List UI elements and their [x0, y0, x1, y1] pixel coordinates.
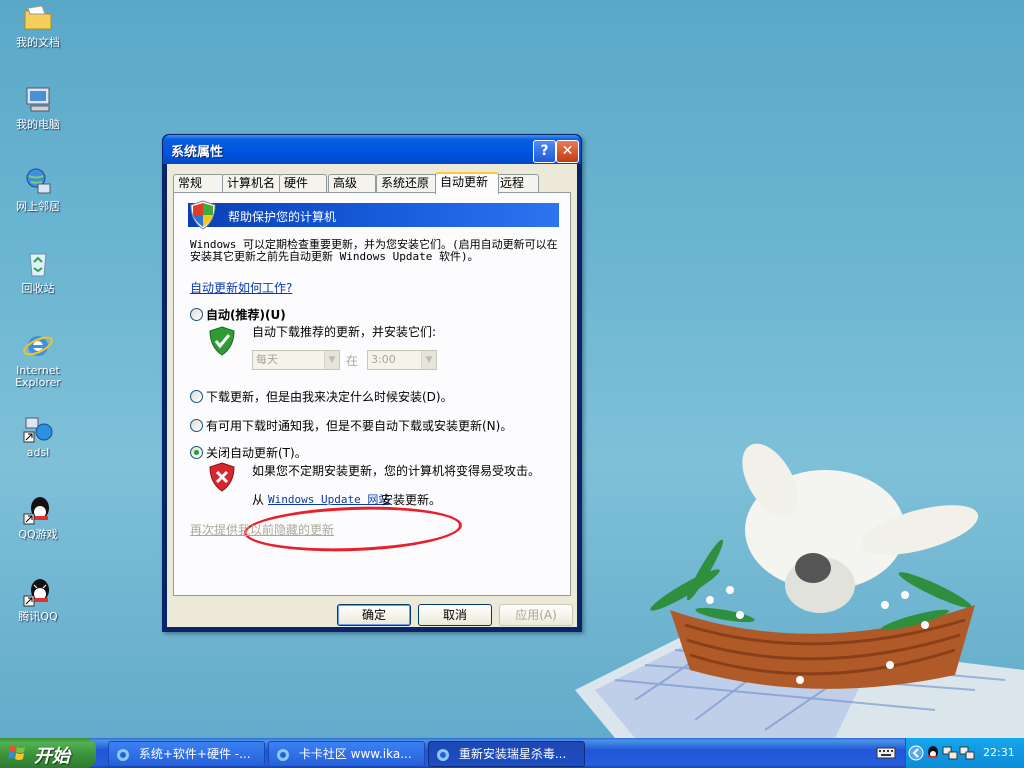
qq-game-icon [23, 497, 49, 525]
chevron-down-icon: ▼ [421, 351, 436, 369]
desktop-icon-label: 我的电脑 [16, 118, 60, 131]
tab-hardware[interactable]: 硬件 [279, 174, 327, 192]
ie-icon [277, 748, 289, 761]
qq-tray-icon[interactable] [925, 745, 941, 761]
desktop-icon-my-computer[interactable]: 我的电脑 [0, 84, 76, 131]
desktop-icon-adsl[interactable]: adsl [0, 412, 76, 459]
radio-off[interactable] [190, 446, 203, 459]
dialog-title: 系统属性 [171, 145, 224, 160]
warning-text: 如果您不定期安装更新，您的计算机将变得易受攻击。 [252, 464, 541, 478]
desktop-icon-recycle-bin[interactable]: 回收站 [0, 248, 76, 295]
tab-strip: 常规 计算机名 硬件 高级 系统还原 自动更新 远程 [173, 172, 571, 194]
close-button[interactable]: ✕ [556, 140, 579, 163]
apply-button[interactable]: 应用(A) [499, 604, 573, 626]
install-updates-text: 安装更新。 [381, 493, 442, 507]
start-label: 开始 [34, 746, 70, 767]
at-label: 在 [346, 354, 359, 368]
taskbar-item-label: 卡卡社区 www.ika... [298, 747, 412, 761]
system-properties-dialog: 系统属性 ? ✕ 常规 计算机名 硬件 高级 系统还原 自动更新 远程 帮助保护… [162, 134, 582, 632]
taskbar-item-label: 系统+软件+硬件 -... [138, 747, 251, 761]
description-text: Windows 可以定期检查重要更新，并为您安装它们。(启用自动更新可以在安装其… [190, 238, 558, 263]
desktop: 我的文档 我的电脑 网上邻居 回收站 Internet Explorer ads… [0, 0, 1024, 738]
radio-notify[interactable] [190, 419, 203, 432]
windows-update-link[interactable]: Windows Update 网站 [268, 491, 389, 507]
time-select[interactable]: 3:00 ▼ [367, 350, 437, 370]
folder-icon [24, 5, 52, 30]
option-download-label[interactable]: 下载更新，但是由我来决定什么时候安装(D)。 [206, 388, 453, 405]
help-button[interactable]: ? [533, 140, 556, 163]
desktop-icon-label: Internet Explorer [15, 364, 61, 389]
automatic-updates-panel: 帮助保护您的计算机 Windows 可以定期检查重要更新，并为您安装它们。(启用… [173, 192, 571, 596]
time-select-value: 3:00 [371, 353, 396, 366]
dialog-titlebar[interactable]: 系统属性 ? ✕ [163, 135, 581, 164]
desktop-icon-qq[interactable]: 腾讯QQ [0, 576, 76, 623]
desktop-icon-label: 网上邻居 [16, 200, 60, 213]
qq-icon [23, 579, 49, 607]
taskbar: 开始 系统+软件+硬件 -... 卡卡社区 www.ika... 重新安装瑞星杀… [0, 738, 1024, 768]
keyboard-icon[interactable] [876, 746, 896, 760]
windows-logo-icon [8, 746, 25, 760]
green-shield-icon [209, 326, 235, 356]
desktop-icon-internet-explorer[interactable]: Internet Explorer [0, 330, 76, 389]
taskbar-item-label: 重新安装瑞星杀毒... [458, 747, 567, 761]
wallpaper-bunny-basket [575, 443, 1024, 738]
ie-icon [437, 748, 449, 761]
desktop-icon-label: QQ游戏 [18, 528, 58, 541]
option-notify-label[interactable]: 有可用下载时通知我，但是不要自动下载或安装更新(N)。 [206, 417, 512, 434]
header-banner: 帮助保护您的计算机 [188, 200, 559, 230]
tab-remote[interactable]: 远程 [495, 174, 539, 192]
desktop-icon-label: 腾讯QQ [18, 610, 58, 623]
radio-automatic[interactable] [190, 308, 203, 321]
tab-automatic-updates[interactable]: 自动更新 [435, 172, 499, 194]
day-select-value: 每天 [256, 353, 278, 366]
desktop-icon-my-documents[interactable]: 我的文档 [0, 2, 76, 49]
desktop-icon-label: adsl [26, 446, 50, 459]
day-select[interactable]: 每天 ▼ [252, 350, 340, 370]
desktop-icon-qq-game[interactable]: QQ游戏 [0, 494, 76, 541]
ok-button[interactable]: 确定 [337, 604, 411, 626]
desktop-icon-label: 我的文档 [16, 36, 60, 49]
how-it-works-link[interactable]: 自动更新如何工作? [190, 279, 292, 296]
ie-icon [117, 748, 129, 761]
recycle-bin-icon [29, 253, 47, 277]
connection-icon [23, 417, 53, 443]
banner-title: 帮助保护您的计算机 [228, 210, 337, 224]
option-off-label[interactable]: 关闭自动更新(T)。 [206, 444, 307, 461]
desktop-icon-label: 回收站 [21, 282, 55, 295]
desktop-icon-network[interactable]: 网上邻居 [0, 166, 76, 213]
warning-shield-icon [209, 462, 235, 492]
tab-computer-name[interactable]: 计算机名 [222, 174, 282, 192]
cancel-button[interactable]: 取消 [418, 604, 492, 626]
windows-security-shield-icon [190, 200, 216, 230]
taskbar-item-active[interactable]: 重新安装瑞星杀毒... [428, 741, 585, 767]
tab-system-restore[interactable]: 系统还原 [376, 174, 438, 192]
chevron-left-icon[interactable] [908, 745, 924, 761]
taskbar-item[interactable]: 系统+软件+硬件 -... [108, 741, 265, 767]
option-automatic-description: 自动下载推荐的更新，并安装它们: [252, 325, 437, 339]
network-icon [26, 168, 51, 194]
option-automatic-label[interactable]: 自动(推荐)(U) [206, 306, 286, 323]
system-tray: 22:31 [905, 738, 1024, 768]
network-tray-icon[interactable] [942, 745, 958, 761]
computer-icon [26, 87, 50, 112]
ie-icon [23, 336, 53, 356]
from-label: 从 [252, 493, 265, 507]
chevron-down-icon: ▼ [324, 351, 339, 369]
network-tray-icon[interactable] [959, 745, 975, 761]
tab-advanced[interactable]: 高级 [328, 174, 376, 192]
start-button[interactable]: 开始 [0, 738, 96, 768]
tab-general[interactable]: 常规 [173, 174, 225, 192]
clock[interactable]: 22:31 [983, 746, 1015, 759]
hidden-updates-link: 再次提供我以前隐藏的更新 [190, 523, 335, 537]
radio-download[interactable] [190, 390, 203, 403]
dialog-body: 常规 计算机名 硬件 高级 系统还原 自动更新 远程 帮助保护您的计算机 Win… [167, 164, 577, 627]
taskbar-item[interactable]: 卡卡社区 www.ika... [268, 741, 425, 767]
